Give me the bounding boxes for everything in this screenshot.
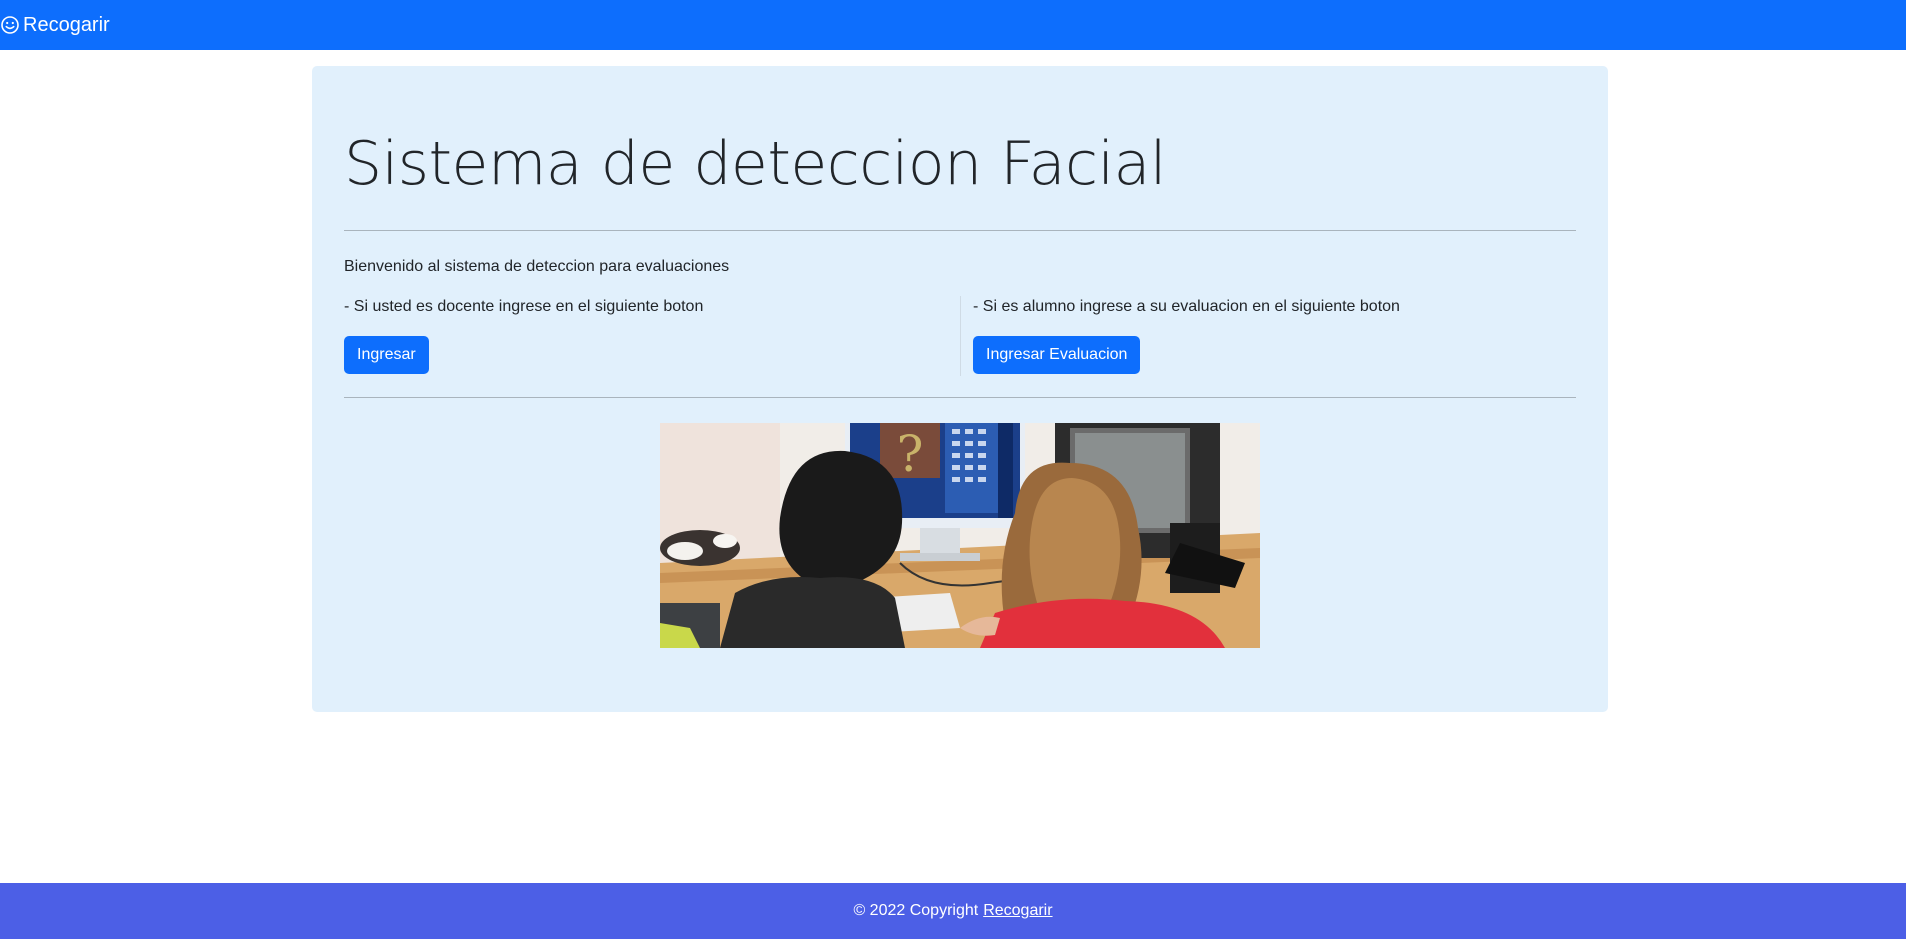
- svg-text:?: ?: [897, 425, 924, 483]
- footer-copyright-text: © 2022 Copyright: [853, 902, 979, 919]
- page-footer: © 2022 Copyright Recogarir: [0, 883, 1906, 939]
- footer-brand-link[interactable]: Recogarir: [983, 902, 1052, 920]
- students-photo: ?: [660, 423, 1260, 648]
- teacher-instructions: - Si usted es docente ingrese en el sigu…: [344, 298, 704, 315]
- welcome-panel: Sistema de deteccion Facial Bienvenido a…: [312, 66, 1608, 712]
- student-instructions: - Si es alumno ingrese a su evaluacion e…: [973, 298, 1400, 315]
- column-divider: [960, 296, 961, 376]
- navbar-brand-label: Recogarir: [23, 13, 110, 36]
- smiley-face-icon: [0, 15, 20, 35]
- student-evaluation-button[interactable]: Ingresar Evaluacion: [973, 336, 1141, 374]
- welcome-text: Bienvenido al sistema de deteccion para …: [344, 258, 730, 275]
- title-divider: [344, 230, 1576, 231]
- teacher-login-button[interactable]: Ingresar: [344, 336, 429, 374]
- top-navbar: Recogarir: [0, 0, 1906, 50]
- content-divider: [344, 397, 1576, 398]
- navbar-brand-link[interactable]: Recogarir: [0, 14, 110, 37]
- page-title: Sistema de deteccion Facial: [344, 129, 1167, 199]
